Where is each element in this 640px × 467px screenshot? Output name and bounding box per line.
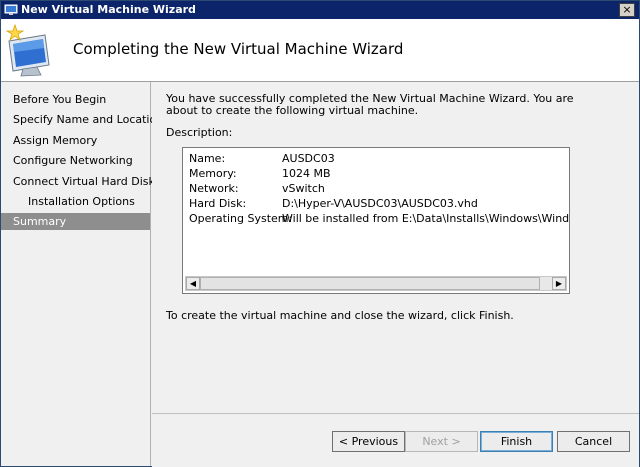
close-icon: × <box>622 3 632 16</box>
wizard-monitor-icon <box>5 23 50 77</box>
description-value: Will be installed from E:\Data\Installs\… <box>282 212 570 225</box>
button-bar: < Previous Next > Finish Cancel <box>152 413 639 467</box>
sidebar-item-configure-networking[interactable]: Configure Networking <box>1 152 150 169</box>
sidebar-item-before-you-begin[interactable]: Before You Begin <box>1 91 150 108</box>
sidebar-item-specify-name-location[interactable]: Specify Name and Location <box>1 111 163 128</box>
next-button[interactable]: Next > <box>405 431 478 452</box>
wizard-window: New Virtual Machine Wizard × Completing … <box>0 0 640 467</box>
wizard-steps-sidebar: Before You Begin Specify Name and Locati… <box>1 82 163 466</box>
description-value: 1024 MB <box>282 167 331 180</box>
description-value: AUSDC03 <box>282 152 335 165</box>
description-key: Operating System: <box>189 212 293 225</box>
sidebar-item-summary[interactable]: Summary <box>1 213 150 230</box>
wizard-header: Completing the New Virtual Machine Wizar… <box>1 19 639 82</box>
description-label: Description: <box>166 126 233 139</box>
finish-button[interactable]: Finish <box>480 431 553 452</box>
arrow-right-icon: ▶ <box>555 279 563 288</box>
description-key: Name: <box>189 152 226 165</box>
description-key: Memory: <box>189 167 237 180</box>
page-title: Completing the New Virtual Machine Wizar… <box>73 40 404 58</box>
previous-button[interactable]: < Previous <box>332 431 405 452</box>
sidebar-item-connect-vhd[interactable]: Connect Virtual Hard Disk <box>1 173 155 190</box>
description-box[interactable]: Name: AUSDC03 Memory: 1024 MB Network: v… <box>182 147 570 294</box>
title-bar[interactable]: New Virtual Machine Wizard × <box>1 1 639 19</box>
description-value: vSwitch <box>282 182 325 195</box>
summary-panel: You have successfully completed the New … <box>152 82 639 413</box>
cancel-button[interactable]: Cancel <box>557 431 630 452</box>
scroll-left-button[interactable]: ◀ <box>186 277 200 290</box>
window-title: New Virtual Machine Wizard <box>21 3 196 16</box>
close-button[interactable]: × <box>619 3 635 17</box>
app-icon <box>4 4 18 15</box>
scroll-thumb[interactable] <box>200 277 540 290</box>
sidebar-item-installation-options[interactable]: Installation Options <box>1 193 150 210</box>
arrow-left-icon: ◀ <box>189 279 197 288</box>
sidebar-item-assign-memory[interactable]: Assign Memory <box>1 132 150 149</box>
scroll-right-button[interactable]: ▶ <box>552 277 566 290</box>
description-key: Network: <box>189 182 239 195</box>
intro-text: You have successfully completed the New … <box>166 92 574 117</box>
finish-instruction: To create the virtual machine and close … <box>166 309 514 322</box>
description-key: Hard Disk: <box>189 197 247 210</box>
horizontal-scrollbar[interactable]: ◀ ▶ <box>185 276 567 291</box>
description-value: D:\Hyper-V\AUSDC03\AUSDC03.vhd <box>282 197 478 210</box>
